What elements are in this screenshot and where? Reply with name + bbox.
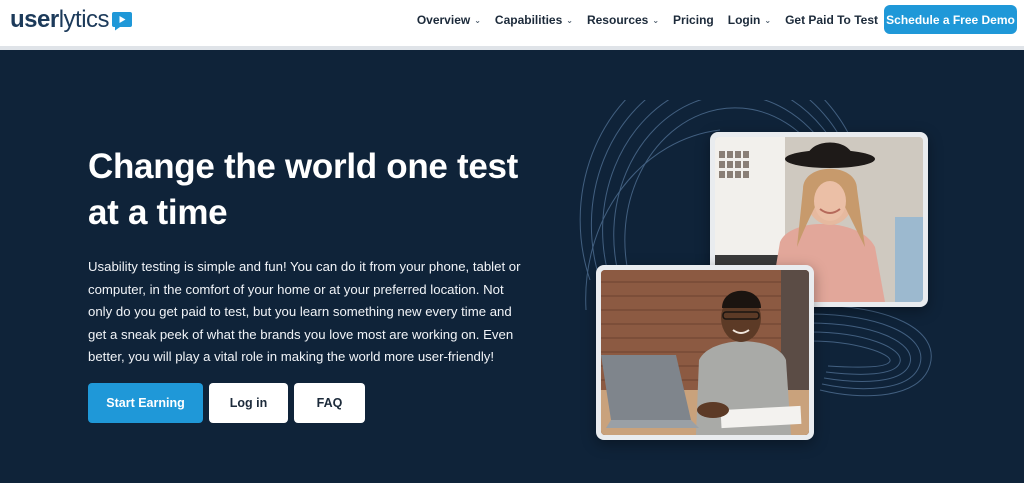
man-laptop-image bbox=[601, 270, 809, 435]
hero-illustration bbox=[560, 100, 960, 460]
nav-item-login[interactable]: Login ⌄ bbox=[728, 13, 771, 27]
chevron-down-icon: ⌄ bbox=[566, 15, 573, 25]
nav-item-overview[interactable]: Overview ⌄ bbox=[417, 13, 481, 27]
login-button[interactable]: Log in bbox=[209, 383, 288, 423]
userlytics-logo[interactable]: userlytics bbox=[10, 6, 135, 33]
nav-item-label: Login bbox=[727, 13, 761, 27]
header-divider bbox=[0, 46, 1024, 50]
nav-item-label: Pricing bbox=[673, 13, 714, 27]
start-earning-button[interactable]: Start Earning bbox=[88, 383, 203, 423]
nav-item-resources[interactable]: Resources ⌄ bbox=[587, 13, 659, 27]
logo-text: userlytics bbox=[10, 6, 110, 33]
nav-item-label: Resources bbox=[586, 13, 649, 27]
nav-item-pricing[interactable]: Pricing bbox=[673, 13, 714, 27]
nav-item-label: Overview bbox=[416, 13, 471, 27]
chevron-down-icon: ⌄ bbox=[652, 15, 660, 25]
chevron-down-icon: ⌄ bbox=[764, 15, 772, 25]
site-header: userlytics Overview ⌄ Capabilities ⌄ Resourc… bbox=[0, 0, 1024, 46]
hero-description: Usability testing is simple and fun! You… bbox=[88, 259, 521, 364]
play-screen-icon bbox=[112, 12, 133, 31]
chevron-down-icon: ⌄ bbox=[474, 15, 481, 25]
faq-button[interactable]: FAQ bbox=[294, 383, 365, 423]
nav-item-get-paid-to-test[interactable]: Get Paid To Test bbox=[785, 13, 878, 27]
main-nav: Overview ⌄ Capabilities ⌄ Resources ⌄ Pricing L… bbox=[403, 0, 878, 40]
tester-photo-man bbox=[596, 265, 814, 440]
hero-title: Change the world one test at a time bbox=[88, 147, 519, 232]
nav-item-label: Capabilities bbox=[494, 13, 563, 27]
nav-item-label: Get Paid To Test bbox=[785, 13, 878, 27]
schedule-demo-button[interactable]: Schedule a Free Demo bbox=[884, 5, 1017, 34]
nav-item-capabilities[interactable]: Capabilities ⌄ bbox=[495, 13, 573, 27]
